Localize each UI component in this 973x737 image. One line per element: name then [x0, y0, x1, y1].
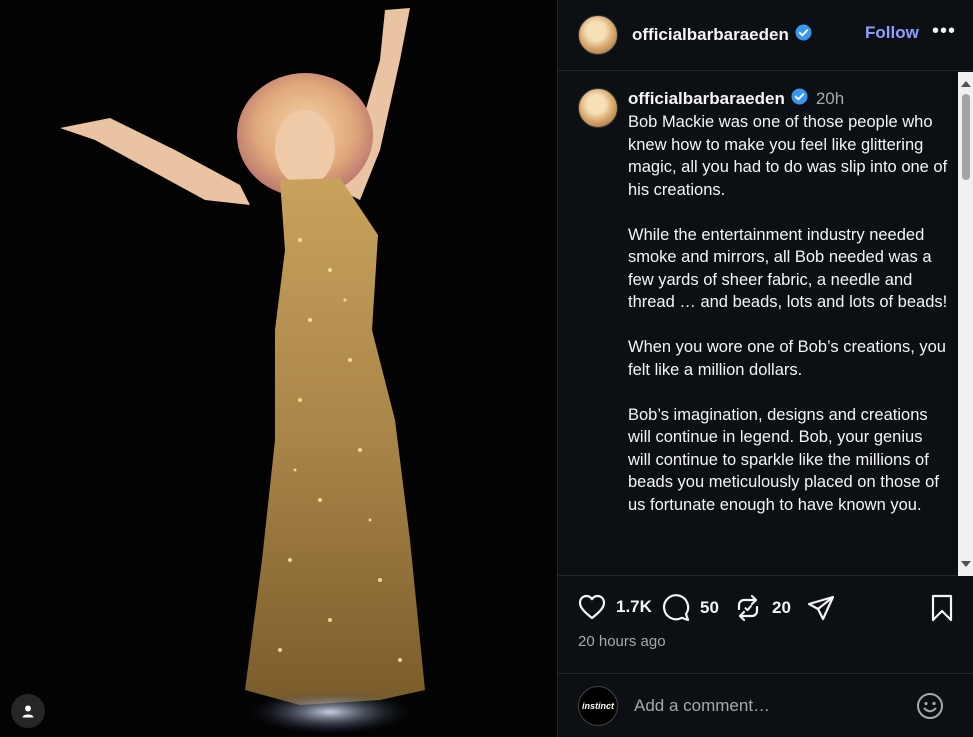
- scroll-up-arrow-icon[interactable]: [958, 76, 973, 92]
- caption-paragraph: When you wore one of Bob’s creations, yo…: [628, 338, 946, 379]
- bookmark-icon: [931, 594, 953, 622]
- caption-paragraph: Bob’s imagination, designs and creations…: [628, 405, 939, 514]
- caption-username[interactable]: officialbarbaraeden: [628, 89, 785, 109]
- comment-icon: [662, 594, 690, 622]
- scrollbar-thumb[interactable]: [962, 94, 970, 180]
- add-comment-bar: instinct: [558, 673, 973, 737]
- like-count[interactable]: 1.7K: [616, 597, 652, 617]
- caption-area[interactable]: officialbarbaraeden 20h Bob Mackie was o…: [558, 72, 973, 576]
- verified-badge-icon: [791, 88, 808, 110]
- caption-paragraph: Bob Mackie was one of those people who k…: [628, 113, 948, 199]
- post-timestamp[interactable]: 20 hours ago: [578, 633, 666, 650]
- current-user-avatar: instinct: [578, 685, 618, 726]
- comment-button[interactable]: 50: [662, 594, 719, 622]
- like-button[interactable]: 1.7K: [578, 594, 652, 620]
- more-options-button[interactable]: •••: [932, 20, 956, 43]
- repost-count[interactable]: 20: [772, 598, 791, 618]
- action-bar: 1.7K 50 20: [558, 580, 973, 636]
- repost-button[interactable]: 20: [734, 594, 791, 622]
- caption-timestamp[interactable]: 20h: [816, 89, 844, 109]
- post-side-panel: officialbarbaraeden Follow ••• officialb…: [557, 0, 973, 737]
- post-media[interactable]: [0, 0, 557, 737]
- post-header: officialbarbaraeden Follow •••: [558, 0, 973, 71]
- follow-button[interactable]: Follow: [865, 23, 919, 43]
- send-icon: [807, 595, 835, 621]
- caption-header: officialbarbaraeden 20h: [628, 88, 948, 110]
- heart-icon: [578, 594, 606, 620]
- author-username[interactable]: officialbarbaraeden: [632, 25, 789, 45]
- caption-body: officialbarbaraeden 20h Bob Mackie was o…: [628, 88, 948, 539]
- scroll-down-arrow-icon[interactable]: [958, 556, 973, 572]
- post-photo: [0, 0, 557, 737]
- caption: officialbarbaraeden 20h Bob Mackie was o…: [578, 88, 948, 539]
- post-dialog: officialbarbaraeden Follow ••• officialb…: [0, 0, 973, 737]
- verified-badge-icon: [795, 24, 812, 46]
- caption-author-avatar[interactable]: [578, 88, 618, 128]
- tagged-users-button[interactable]: [11, 694, 45, 728]
- author-avatar[interactable]: [578, 15, 618, 55]
- save-button[interactable]: [930, 594, 954, 622]
- emoji-smile-icon: [917, 693, 943, 719]
- repost-icon: [737, 594, 759, 622]
- comment-count[interactable]: 50: [700, 598, 719, 618]
- current-user-avatar-text: instinct: [581, 700, 614, 711]
- caption-paragraph: While the entertainment industry needed …: [628, 225, 948, 312]
- user-icon: [22, 705, 34, 718]
- caption-scrollbar[interactable]: [958, 72, 973, 576]
- emoji-button[interactable]: [916, 692, 944, 725]
- caption-text: Bob Mackie was one of those people who k…: [628, 111, 948, 516]
- comment-input[interactable]: [634, 695, 904, 716]
- share-button[interactable]: [806, 594, 836, 622]
